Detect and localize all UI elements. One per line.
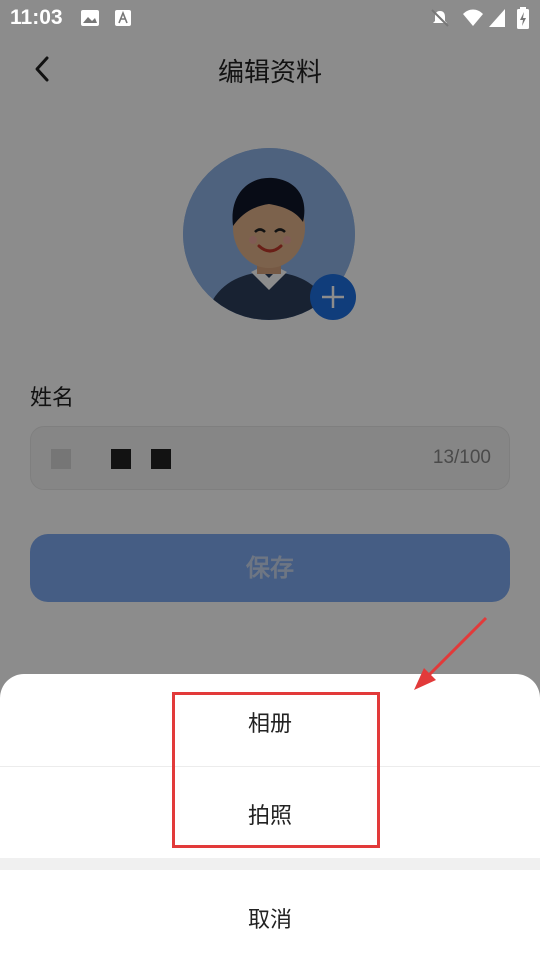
app-notification-icon	[115, 10, 131, 26]
mute-bell-icon	[431, 9, 449, 27]
status-bar: 11:03	[0, 0, 540, 36]
status-time: 11:03	[10, 6, 63, 29]
cell-signal-icon	[489, 9, 505, 27]
battery-icon	[517, 7, 529, 29]
highlight-box	[172, 692, 380, 848]
cancel-option[interactable]: 取消	[0, 902, 540, 934]
wifi-icon	[463, 9, 483, 26]
image-notification-icon	[81, 10, 99, 26]
pointer-arrow-icon	[414, 616, 488, 690]
sheet-gap	[0, 858, 540, 870]
